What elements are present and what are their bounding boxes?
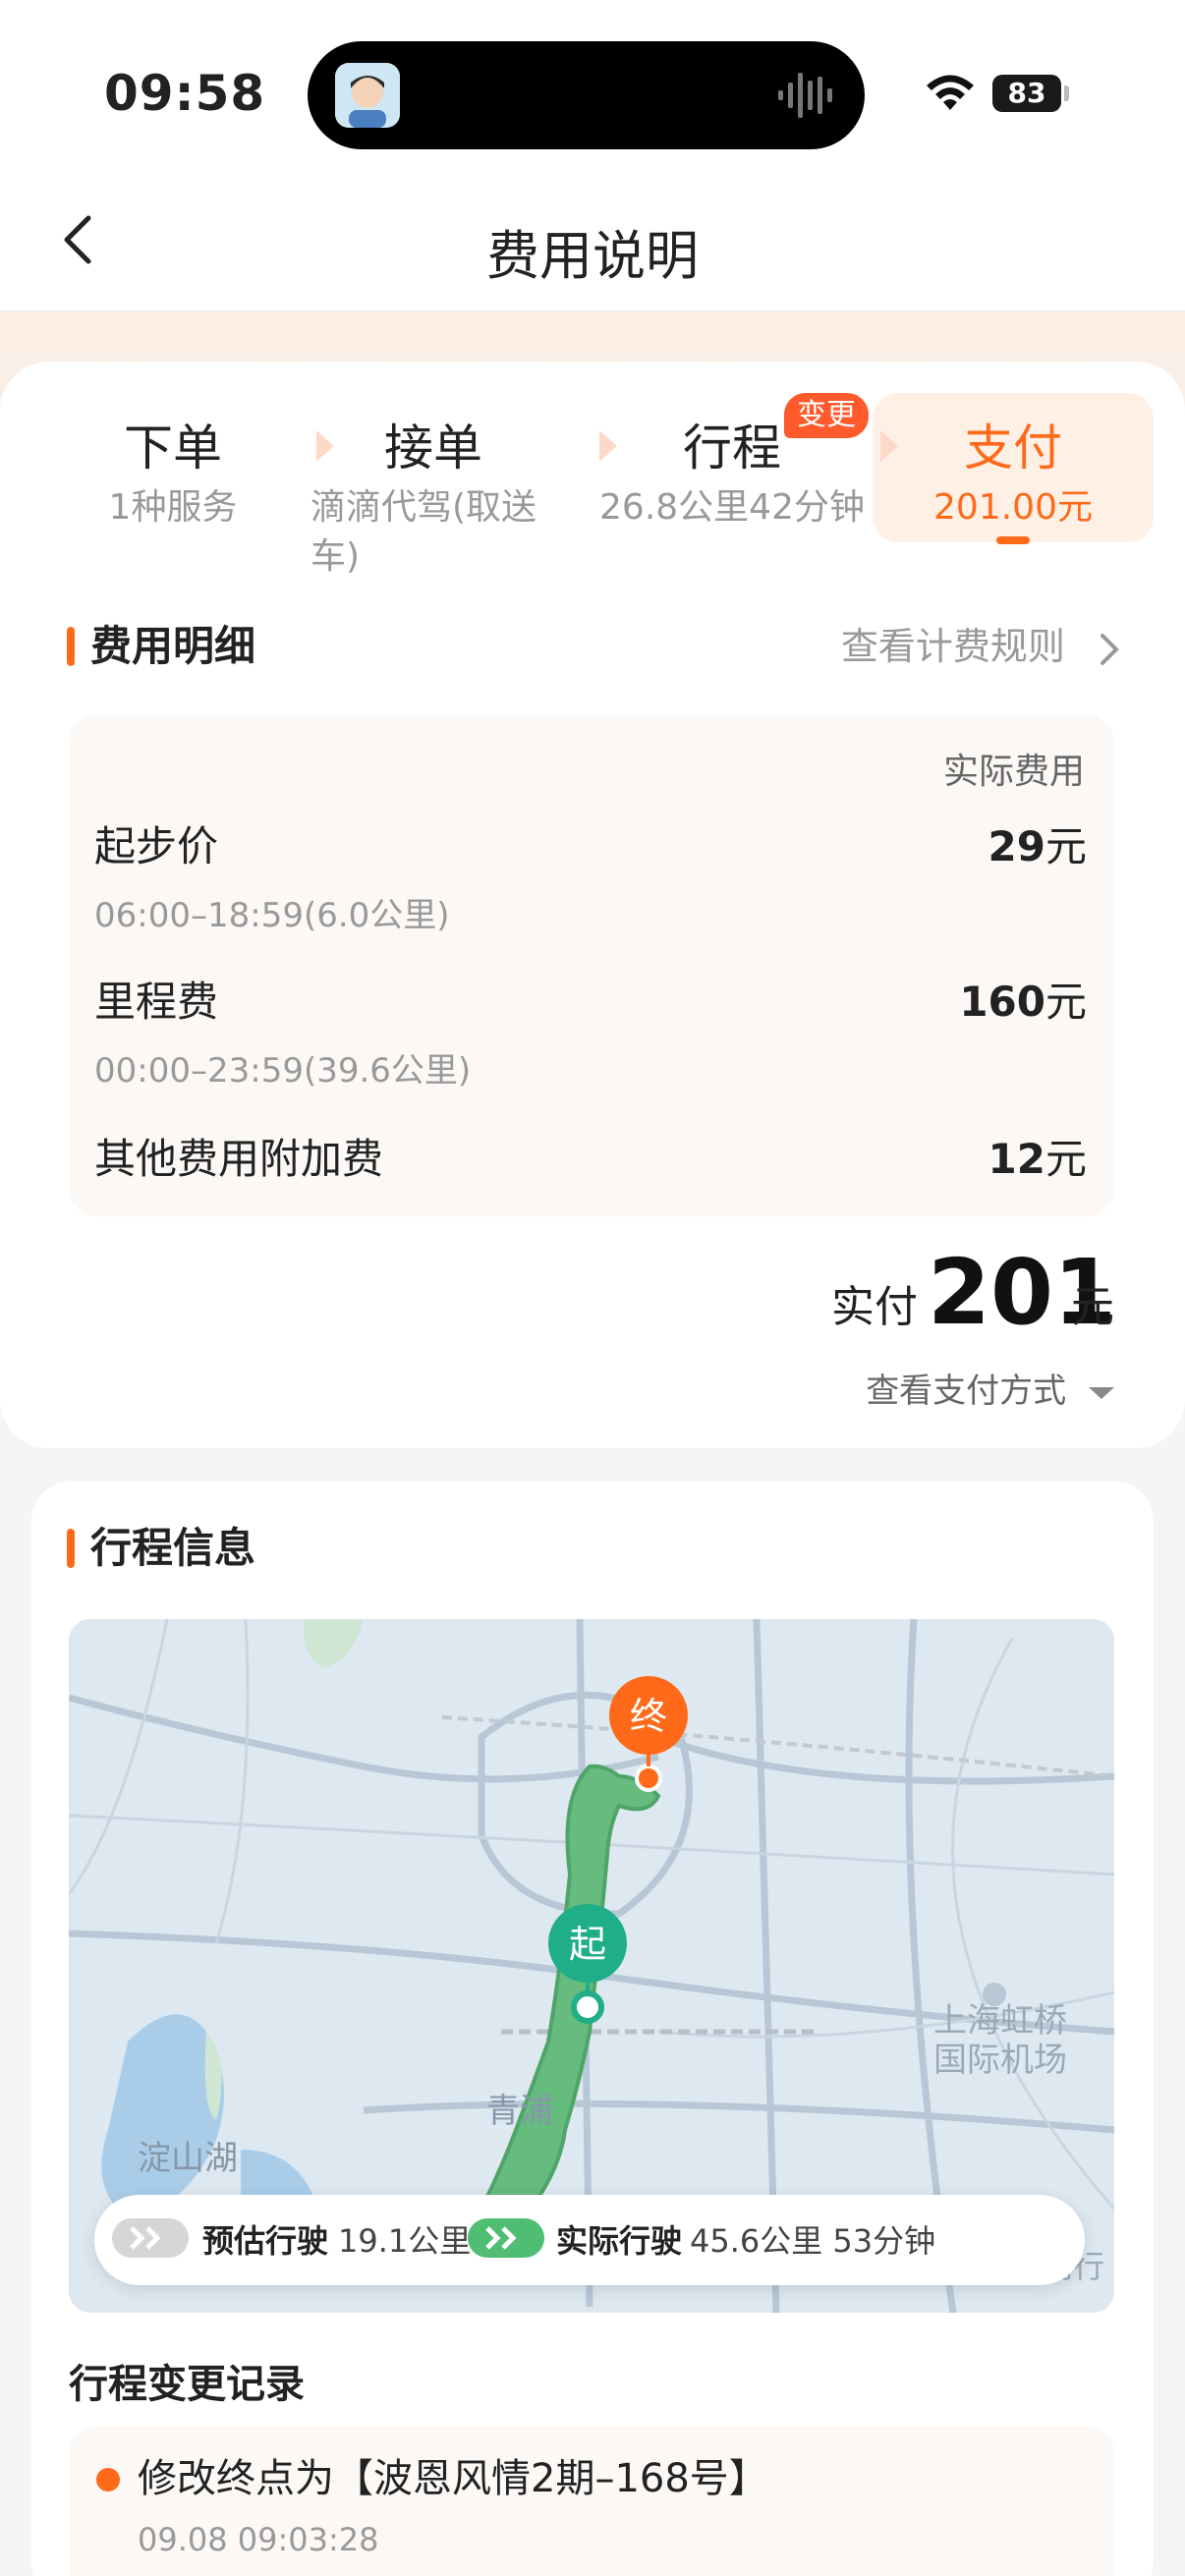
actual-fee-header: 实际费用 — [942, 752, 1085, 792]
step-title: 接单 — [384, 420, 482, 476]
fee-item-sub: 00:00–23:59(39.6公里) — [94, 1051, 472, 1091]
fee-section-title: 费用明细 — [90, 622, 256, 670]
payment-method-label: 查看支付方式 — [866, 1372, 1067, 1411]
step-title: 支付 — [964, 420, 1062, 476]
section-accent-bar — [67, 627, 75, 666]
change-badge: 变更 — [784, 393, 869, 438]
battery-indicator: 83 — [992, 75, 1061, 112]
fee-item-unit: 元 — [1044, 978, 1087, 1026]
dynamic-island[interactable] — [308, 41, 865, 149]
fee-item-value: 29 — [988, 822, 1045, 870]
change-record-text: 修改终点为【波恩风情2期–168号】 — [138, 2456, 768, 2501]
change-dot-icon — [96, 2468, 120, 2492]
map-label-lake: 淀山湖 — [138, 2139, 238, 2178]
step-subtitle: 26.8公里42分钟 — [599, 487, 865, 528]
map-label-airport-line2: 国际机场 — [933, 2041, 1067, 2080]
route-legend: 预估行驶 19.1公里 实际行驶 45.6公里 53分钟 — [94, 2195, 1085, 2285]
map-end-marker: 终 — [630, 1695, 667, 1738]
paid-label: 实付 — [831, 1282, 918, 1332]
step-title: 下单 — [124, 420, 222, 476]
fee-section-header: 费用明细 — [67, 617, 656, 676]
fee-item-value: 160 — [959, 978, 1045, 1026]
change-record-time: 09.08 09:03:28 — [138, 2521, 379, 2558]
trip-section-title: 行程信息 — [90, 1524, 256, 1572]
step-subtitle: 1种服务 — [108, 487, 238, 528]
caret-down-icon — [1089, 1386, 1114, 1399]
active-step-indicator — [996, 536, 1030, 544]
estimated-label: 预估行驶 — [202, 2222, 329, 2260]
actual-route-icon — [468, 2218, 544, 2258]
chevron-right-icon — [1100, 633, 1119, 665]
fee-item-unit: 元 — [1044, 822, 1087, 870]
fee-item-name: 其他费用附加费 — [94, 1135, 384, 1183]
avatar-icon — [335, 63, 400, 128]
change-record-item: 修改终点为【波恩风情2期–168号】 09.08 09:03:28 — [69, 2427, 1114, 2576]
estimated-route-icon — [112, 2218, 189, 2258]
fee-item-sub: 06:00–18:59(6.0公里) — [94, 896, 450, 935]
step-accept[interactable]: 接单 滴滴代驾(取送车) — [310, 413, 556, 582]
paid-unit: 元 — [1071, 1282, 1114, 1332]
fee-detail-box: 实际费用 起步价 06:00–18:59(6.0公里) 29元 里程费 00:0… — [69, 715, 1114, 1216]
fee-item-name: 起步价 — [94, 822, 219, 870]
step-order[interactable]: 下单 1种服务 — [94, 413, 252, 532]
map-start-marker: 起 — [569, 1923, 606, 1966]
section-accent-bar — [67, 1529, 75, 1568]
battery-tip — [1064, 85, 1069, 101]
audio-wave-icon — [776, 69, 835, 126]
actual-label: 实际行驶 — [556, 2222, 683, 2260]
nav-bar: 费用说明 — [0, 167, 1185, 312]
status-bar: 09:58 83 — [0, 0, 1185, 167]
billing-rules-link[interactable]: 查看计费规则 — [841, 617, 1128, 676]
payment-method-toggle[interactable]: 查看支付方式 — [866, 1364, 1116, 1412]
trip-section-header: 行程信息 — [67, 1519, 656, 1578]
fee-item-unit: 元 — [1044, 1135, 1087, 1183]
map-label-town: 青浦 — [486, 2092, 553, 2131]
estimated-value: 19.1公里 — [338, 2222, 472, 2260]
page: 09:58 83 费用说明 下单 1种服务 接单 滴滴代驾(取送车) 行程 26… — [0, 0, 1185, 2576]
actual-value: 45.6公里 53分钟 — [690, 2222, 936, 2260]
map-label-airport-line1: 上海虹桥 — [933, 2001, 1067, 2041]
billing-rules-label: 查看计费规则 — [840, 625, 1065, 668]
change-record-title: 行程变更记录 — [69, 2362, 305, 2407]
wifi-icon — [924, 73, 977, 116]
step-subtitle: 201.00元 — [933, 487, 1093, 528]
fee-item-amount: 12元 — [988, 1126, 1087, 1186]
step-subtitle: 滴滴代驾(取送车) — [310, 487, 537, 577]
status-time: 09:58 — [104, 65, 266, 122]
fee-item-amount: 160元 — [959, 969, 1087, 1029]
fee-item-name: 里程费 — [94, 978, 219, 1026]
fee-item-value: 12 — [988, 1135, 1045, 1183]
page-title: 费用说明 — [486, 225, 699, 287]
fee-item-amount: 29元 — [988, 813, 1087, 873]
step-pay[interactable]: 支付 201.00元 — [873, 413, 1154, 544]
